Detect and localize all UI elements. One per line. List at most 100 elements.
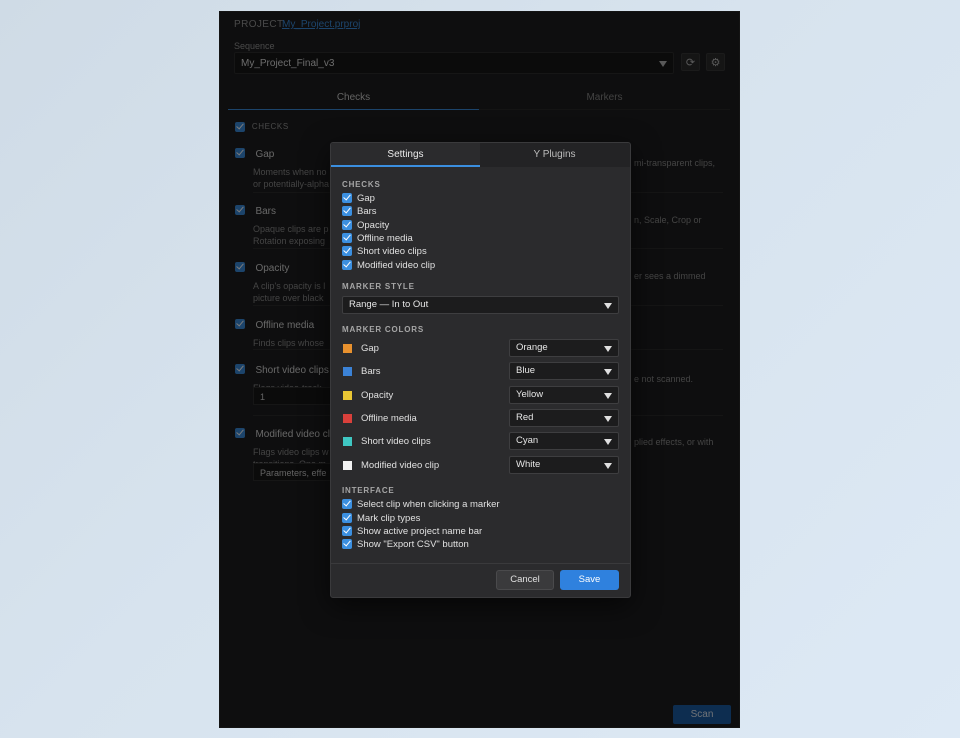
checks-all-checkbox[interactable] — [235, 122, 245, 132]
checkbox[interactable] — [342, 539, 352, 550]
threshold-value: 1 — [260, 392, 266, 402]
setting-check-bars[interactable]: Bars — [342, 205, 377, 218]
checkbox[interactable] — [342, 526, 352, 537]
short-video-clips-checkbox[interactable] — [235, 363, 245, 374]
offline-media-checkbox[interactable] — [235, 318, 245, 329]
check-title: Bars — [255, 206, 277, 217]
label: Show active project name bar — [357, 526, 483, 537]
color-swatch — [343, 414, 352, 423]
label: Show "Export CSV" button — [357, 539, 469, 550]
label: Bars — [357, 206, 377, 217]
label: Select clip when clicking a marker — [357, 499, 500, 510]
marker-color-label: Offline media — [361, 413, 417, 424]
label: Gap — [357, 193, 375, 204]
setting-check-opacity[interactable]: Opacity — [342, 219, 389, 232]
scan-button[interactable]: Scan — [673, 705, 731, 724]
label: Short video clips — [357, 246, 427, 257]
cancel-button[interactable]: Cancel — [496, 570, 554, 590]
tab-settings[interactable]: Settings — [331, 143, 480, 167]
sequence-label: Sequence — [234, 41, 275, 51]
color-value: Cyan — [516, 435, 539, 446]
checkbox[interactable] — [342, 499, 352, 510]
marker-style-select[interactable]: Range — In to Out — [342, 296, 619, 314]
check-title: Gap — [255, 149, 275, 160]
check-desc-right: er sees a dimmed — [634, 271, 706, 281]
chevron-down-icon — [604, 393, 612, 399]
color-swatch — [343, 367, 352, 376]
check-title: Modified video cli — [255, 429, 333, 440]
color-swatch — [343, 437, 352, 446]
check-title: Opacity — [255, 263, 290, 274]
checkbox[interactable] — [342, 246, 352, 257]
tab-markers[interactable]: Markers — [479, 87, 730, 110]
refresh-button[interactable]: ⟳ — [681, 53, 700, 71]
opacity-color-select[interactable]: Yellow — [509, 386, 619, 404]
chevron-down-icon — [604, 416, 612, 422]
modified-video-clips-checkbox[interactable] — [235, 427, 245, 438]
interface-option-select-clip[interactable]: Select clip when clicking a marker — [342, 498, 500, 511]
gap-color-select[interactable]: Orange — [509, 339, 619, 357]
chevron-down-icon — [604, 439, 612, 445]
modified-video-clip-color-select[interactable]: White — [509, 456, 619, 474]
sequence-select[interactable]: My_Project_Final_v3 — [234, 52, 674, 74]
checkbox[interactable] — [342, 233, 352, 244]
tab-y-plugins[interactable]: Y Plugins — [480, 143, 629, 167]
tab-bar: Checks Markers — [228, 87, 730, 110]
setting-check-short-video-clips[interactable]: Short video clips — [342, 245, 427, 258]
settings-dialog: Settings Y Plugins CHECKS Gap Bars Opaci… — [330, 142, 631, 598]
check-desc-right: plied effects, or with — [634, 437, 714, 447]
marker-style-section-title: MARKER STYLE — [342, 282, 415, 291]
color-swatch — [343, 344, 352, 353]
marker-color-label: Bars — [361, 366, 381, 377]
offline-media-color-select[interactable]: Red — [509, 409, 619, 427]
interface-option-export-csv[interactable]: Show "Export CSV" button — [342, 538, 469, 551]
marker-style-value: Range — In to Out — [349, 299, 429, 310]
tab-checks[interactable]: Checks — [228, 87, 479, 110]
setting-check-offline-media[interactable]: Offline media — [342, 232, 413, 245]
chevron-down-icon — [604, 303, 612, 309]
checkbox[interactable] — [342, 513, 352, 524]
color-value: Blue — [516, 365, 536, 376]
marker-color-label: Gap — [361, 343, 379, 354]
setting-check-modified-video-clip[interactable]: Modified video clip — [342, 259, 435, 272]
interface-section-title: INTERFACE — [342, 486, 395, 495]
check-title: Short video clips — [255, 365, 329, 376]
marker-colors-section-title: MARKER COLORS — [342, 325, 424, 334]
check-title: Offline media — [255, 320, 315, 331]
setting-check-gap[interactable]: Gap — [342, 192, 375, 205]
color-value: Yellow — [516, 389, 544, 400]
check-desc-right: mi-transparent clips, — [634, 158, 716, 168]
check-desc-right: n, Scale, Crop or — [634, 215, 702, 225]
dialog-footer-divider — [331, 563, 630, 564]
label: Opacity — [357, 220, 390, 231]
marker-color-label: Short video clips — [361, 436, 431, 447]
chevron-down-icon — [604, 346, 612, 352]
color-value: Red — [516, 412, 534, 423]
checks-header-label: CHECKS — [251, 122, 289, 132]
save-button[interactable]: Save — [560, 570, 619, 590]
short-video-clips-color-select[interactable]: Cyan — [509, 432, 619, 450]
dialog-tab-bar: Settings Y Plugins — [331, 143, 630, 167]
interface-option-show-project-bar[interactable]: Show active project name bar — [342, 525, 482, 538]
label: Modified video clip — [357, 260, 436, 271]
checks-header: CHECKS — [235, 122, 289, 132]
chevron-down-icon — [604, 369, 612, 375]
bars-checkbox[interactable] — [235, 204, 245, 215]
gap-checkbox[interactable] — [235, 147, 245, 158]
chevron-down-icon — [659, 61, 667, 67]
opacity-checkbox[interactable] — [235, 261, 245, 272]
checkbox[interactable] — [342, 206, 352, 217]
settings-button[interactable]: ⚙ — [706, 53, 725, 71]
checkbox[interactable] — [342, 220, 352, 231]
checks-section-title: CHECKS — [342, 180, 381, 189]
check-desc-right: e not scanned. — [634, 374, 694, 384]
color-swatch — [343, 461, 352, 470]
project-label: PROJECT — [234, 19, 284, 30]
interface-option-mark-clip-types[interactable]: Mark clip types — [342, 512, 420, 525]
checkbox[interactable] — [342, 193, 352, 204]
bars-color-select[interactable]: Blue — [509, 362, 619, 380]
color-swatch — [343, 391, 352, 400]
label: Offline media — [357, 233, 413, 244]
project-name-link[interactable]: My_Project.prproj — [282, 19, 360, 30]
checkbox[interactable] — [342, 260, 352, 271]
